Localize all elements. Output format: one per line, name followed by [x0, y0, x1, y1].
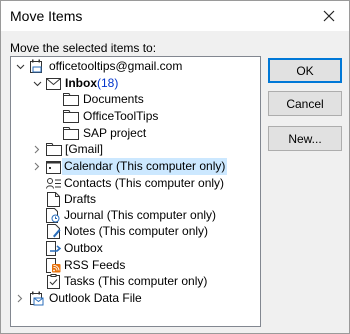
tree-item-label: Outlook Data File [49, 291, 142, 305]
chevron-down-icon[interactable] [32, 75, 42, 92]
tree-item-documents[interactable]: Documents [11, 91, 258, 108]
tree-item-label: officetooltips@gmail.com [49, 59, 183, 73]
tree-item-label: Notes (This computer only) [64, 224, 209, 238]
tree-item-label: Drafts [64, 192, 97, 206]
chevron-right-icon[interactable] [32, 141, 42, 158]
mailbox-icon [28, 58, 45, 75]
unread-count: (18) [97, 76, 119, 90]
tree-item-label: [Gmail] [65, 142, 104, 156]
notes-icon [45, 223, 62, 240]
tree-item-tasks[interactable]: Tasks (This computer only) [11, 273, 258, 290]
tree-item-rss-feeds[interactable]: RSS Feeds [11, 257, 258, 274]
tree-item-label: Journal (This computer only) [64, 208, 217, 222]
tree-item-label: Contacts (This computer only) [64, 176, 225, 190]
tree-item-gmail[interactable]: [Gmail] [11, 141, 258, 158]
folder-icon [62, 108, 79, 125]
chevron-down-icon[interactable] [15, 58, 25, 75]
tree-item-inbox[interactable]: Inbox (18) [11, 75, 258, 92]
tree-item-label: Calendar (This computer only) [62, 158, 228, 175]
tree-item-notes[interactable]: Notes (This computer only) [11, 223, 258, 240]
tree-item-label: Documents [83, 92, 144, 106]
tree-item-label: Tasks (This computer only) [64, 274, 208, 288]
folder-icon [62, 125, 79, 142]
tree-item-label: SAP project [83, 126, 147, 140]
journal-icon [45, 207, 62, 224]
dialog-title: Move Items [10, 8, 83, 24]
envelope-icon [45, 75, 62, 92]
data-file-icon [28, 290, 45, 307]
tree-item-sap-project[interactable]: SAP project [11, 125, 258, 142]
chevron-right-icon[interactable] [32, 158, 42, 175]
new-folder-button[interactable]: New... [268, 126, 342, 151]
folder-icon [45, 141, 62, 158]
chevron-right-icon[interactable] [15, 290, 25, 307]
tree-item-calendar[interactable]: Calendar (This computer only) [11, 158, 258, 175]
tree-item-contacts[interactable]: Contacts (This computer only) [11, 175, 258, 192]
close-icon[interactable] [309, 1, 349, 31]
tree-item-label: RSS Feeds [64, 258, 126, 272]
title-bar: Move Items [1, 1, 349, 31]
tree-item-label: Outbox [64, 241, 103, 255]
contacts-icon [45, 175, 62, 192]
cancel-button[interactable]: Cancel [268, 91, 342, 116]
tree-item-outlook-data-file[interactable]: Outlook Data File [11, 290, 258, 307]
tree-item-journal[interactable]: Journal (This computer only) [11, 207, 258, 224]
tree-item-label: Inbox [65, 76, 97, 90]
tasks-icon [45, 273, 62, 290]
tree-item-outbox[interactable]: Outbox [11, 240, 258, 257]
tree-item-label: OfficeToolTips [83, 109, 159, 123]
calendar-icon [45, 158, 62, 175]
folder-tree[interactable]: officetooltips@gmail.com Inbox (18) Docu… [10, 56, 261, 327]
rss-icon [45, 257, 62, 274]
drafts-icon [45, 191, 62, 208]
ok-button[interactable]: OK [268, 58, 342, 83]
outbox-icon [45, 240, 62, 257]
move-items-dialog: Move Items Move the selected items to: o… [0, 0, 350, 334]
tree-item-account[interactable]: officetooltips@gmail.com [11, 58, 258, 75]
tree-item-officetooltips[interactable]: OfficeToolTips [11, 108, 258, 125]
prompt-label: Move the selected items to: [10, 41, 157, 55]
tree-item-drafts[interactable]: Drafts [11, 191, 258, 208]
folder-icon [62, 91, 79, 108]
